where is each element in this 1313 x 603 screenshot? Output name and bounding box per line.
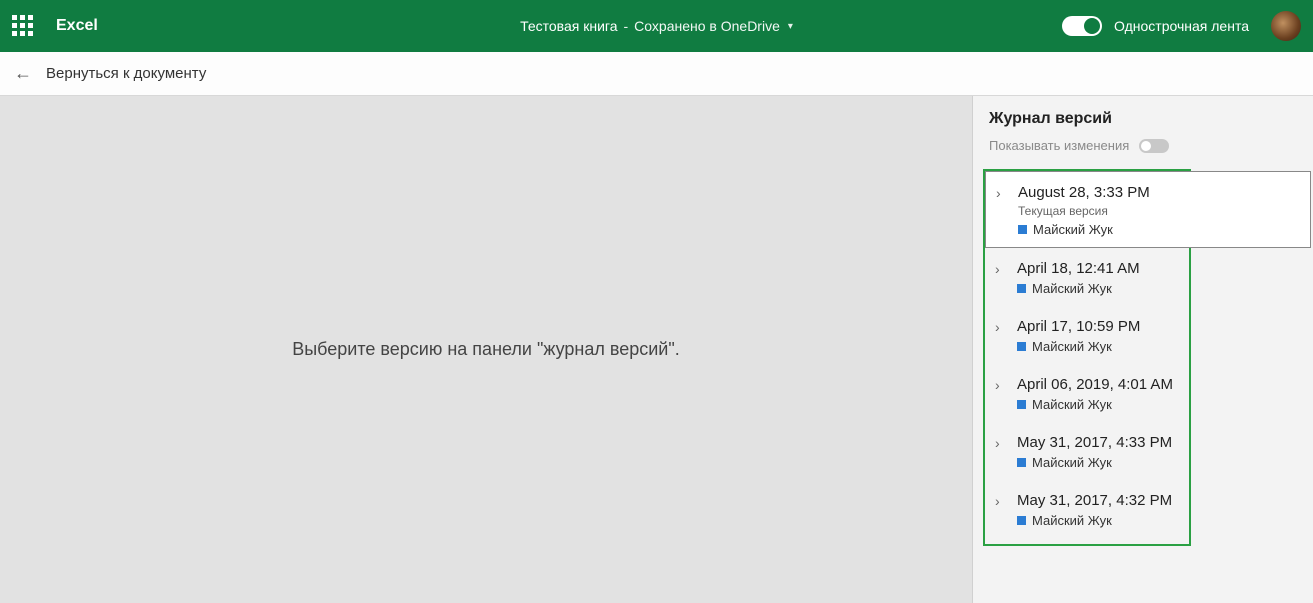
version-date: April 06, 2019, 4:01 AM — [1017, 376, 1173, 393]
version-author: Майский Жук — [1017, 397, 1179, 412]
version-history-panel: Журнал версий Показывать изменения › Aug… — [973, 96, 1313, 603]
author-name: Майский Жук — [1032, 339, 1112, 354]
ribbon-toggle[interactable] — [1062, 16, 1102, 36]
author-color-icon — [1017, 458, 1026, 467]
version-item[interactable]: › April 18, 12:41 AM Майский Жук — [985, 248, 1189, 306]
chevron-down-icon: ▾ — [788, 21, 793, 32]
chevron-right-icon: › — [996, 185, 1008, 201]
app-name: Excel — [56, 17, 98, 35]
main-prompt-text: Выберите версию на панели "журнал версий… — [292, 339, 680, 360]
title-separator: - — [624, 18, 629, 34]
version-author: Майский Жук — [1017, 513, 1179, 528]
author-color-icon — [1017, 400, 1026, 409]
version-author: Майский Жук — [1017, 455, 1179, 470]
author-name: Майский Жук — [1032, 281, 1112, 296]
author-color-icon — [1018, 225, 1027, 234]
back-to-document-button[interactable]: ← Вернуться к документу — [0, 52, 220, 95]
author-name: Майский Жук — [1032, 455, 1112, 470]
chevron-right-icon: › — [995, 261, 1007, 277]
show-changes-toggle[interactable] — [1139, 139, 1169, 153]
chevron-right-icon: › — [995, 493, 1007, 509]
version-item[interactable]: › May 31, 2017, 4:33 PM Майский Жук — [985, 422, 1189, 480]
author-color-icon — [1017, 516, 1026, 525]
version-date: April 18, 12:41 AM — [1017, 260, 1140, 277]
document-title: Тестовая книга — [520, 18, 617, 34]
author-name: Майский Жук — [1032, 513, 1112, 528]
author-name: Майский Жук — [1032, 397, 1112, 412]
app-header: Excel Тестовая книга - Сохранено в OneDr… — [0, 0, 1313, 52]
versions-list: › August 28, 3:33 PM Текущая версия Майс… — [983, 169, 1191, 546]
chevron-right-icon: › — [995, 435, 1007, 451]
version-date: May 31, 2017, 4:33 PM — [1017, 434, 1172, 451]
main-content-area: Выберите версию на панели "журнал версий… — [0, 96, 973, 603]
chevron-right-icon: › — [995, 377, 1007, 393]
version-date: August 28, 3:33 PM — [1018, 184, 1150, 201]
ribbon-toggle-label: Однострочная лента — [1114, 18, 1249, 34]
back-label: Вернуться к документу — [46, 65, 206, 82]
chevron-right-icon: › — [995, 319, 1007, 335]
version-history-title: Журнал версий — [989, 110, 1297, 128]
author-color-icon — [1017, 342, 1026, 351]
version-date: May 31, 2017, 4:32 PM — [1017, 492, 1172, 509]
version-author: Майский Жук — [1017, 339, 1179, 354]
version-author: Майский Жук — [1017, 281, 1179, 296]
version-sublabel: Текущая версия — [1018, 204, 1298, 218]
version-item[interactable]: › May 31, 2017, 4:32 PM Майский Жук — [985, 480, 1189, 538]
sub-toolbar: ← Вернуться к документу — [0, 52, 1313, 96]
user-avatar[interactable] — [1271, 11, 1301, 41]
author-color-icon — [1017, 284, 1026, 293]
version-item[interactable]: › April 06, 2019, 4:01 AM Майский Жук — [985, 364, 1189, 422]
version-item[interactable]: › August 28, 3:33 PM Текущая версия Майс… — [985, 171, 1311, 248]
version-date: April 17, 10:59 PM — [1017, 318, 1140, 335]
back-arrow-icon: ← — [14, 63, 32, 84]
show-changes-label: Показывать изменения — [989, 138, 1129, 153]
version-author: Майский Жук — [1018, 222, 1298, 237]
document-save-status: Сохранено в OneDrive — [634, 18, 780, 34]
author-name: Майский Жук — [1033, 222, 1113, 237]
document-title-group[interactable]: Тестовая книга - Сохранено в OneDrive ▾ — [520, 18, 793, 34]
version-item[interactable]: › April 17, 10:59 PM Майский Жук — [985, 306, 1189, 364]
app-launcher-icon[interactable] — [12, 15, 34, 37]
